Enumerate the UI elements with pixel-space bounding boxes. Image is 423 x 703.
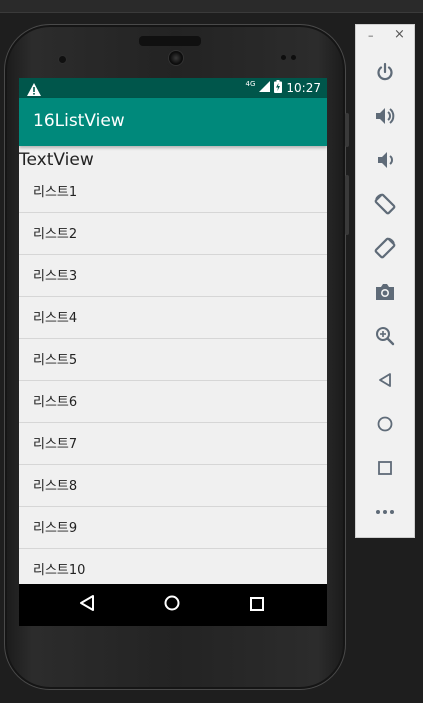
list-item[interactable]: 리스트5: [19, 339, 327, 381]
rotate-left-icon[interactable]: [369, 188, 401, 220]
nav-home-icon[interactable]: [164, 595, 180, 615]
list-item-label: 리스트5: [33, 353, 78, 368]
list-item[interactable]: 리스트7: [19, 423, 327, 465]
front-sensor-left: [59, 56, 66, 63]
list-item-label: 리스트9: [33, 521, 78, 536]
volume-side-button: [345, 175, 349, 235]
volume-up-icon[interactable]: [369, 100, 401, 132]
minimize-button[interactable]: –: [368, 29, 374, 42]
light-sensor: [291, 55, 296, 60]
nav-overview-icon[interactable]: [250, 596, 264, 615]
emulator-toolbar: – ×: [355, 24, 415, 538]
list-item-label: 리스트2: [33, 227, 78, 242]
home-icon[interactable]: [369, 408, 401, 440]
list-item[interactable]: 리스트6: [19, 381, 327, 423]
battery-charging-icon: [274, 80, 283, 96]
power-side-button: [345, 113, 349, 147]
power-icon[interactable]: [369, 56, 401, 88]
list-item-label: 리스트4: [33, 311, 78, 326]
list-item-label: 리스트3: [33, 269, 78, 284]
back-icon[interactable]: [369, 364, 401, 396]
volume-down-icon[interactable]: [369, 144, 401, 176]
app-title: 16ListView: [33, 111, 125, 131]
network-type: 4G: [245, 80, 256, 88]
overview-icon[interactable]: [369, 452, 401, 484]
signal-icon: [259, 81, 271, 95]
navigation-bar: [19, 584, 327, 626]
earpiece-speaker: [139, 36, 201, 46]
list-item-label: 리스트8: [33, 479, 78, 494]
front-camera: [169, 51, 183, 65]
text-view: TextView: [19, 150, 94, 170]
proximity-sensor: [281, 55, 286, 60]
list-view[interactable]: 리스트1 리스트2 리스트3 리스트4 리스트5 리스트6 리스트7 리스트8 …: [19, 171, 327, 591]
list-item[interactable]: 리스트2: [19, 213, 327, 255]
app-bar: 16ListView: [19, 98, 327, 146]
nav-back-icon[interactable]: [79, 594, 95, 616]
list-item[interactable]: 리스트3: [19, 255, 327, 297]
emulator-top-bar: [0, 0, 423, 13]
list-item-label: 리스트6: [33, 395, 78, 410]
list-item[interactable]: 리스트4: [19, 297, 327, 339]
list-item[interactable]: 리스트8: [19, 465, 327, 507]
clock: 10:27: [286, 81, 321, 95]
list-item[interactable]: 리스트1: [19, 171, 327, 213]
more-icon[interactable]: [369, 496, 401, 528]
status-bar: 4G 10:27: [19, 78, 327, 98]
list-item[interactable]: 리스트9: [19, 507, 327, 549]
phone-screen: 4G 10:27 16ListView TextView 리스트1 리스트2 리…: [19, 78, 327, 626]
camera-icon[interactable]: [369, 276, 401, 308]
list-item-label: 리스트10: [33, 563, 86, 578]
close-button[interactable]: ×: [394, 27, 405, 42]
rotate-right-icon[interactable]: [369, 232, 401, 264]
list-item-label: 리스트1: [33, 185, 78, 200]
zoom-icon[interactable]: [369, 320, 401, 352]
list-item-label: 리스트7: [33, 437, 78, 452]
